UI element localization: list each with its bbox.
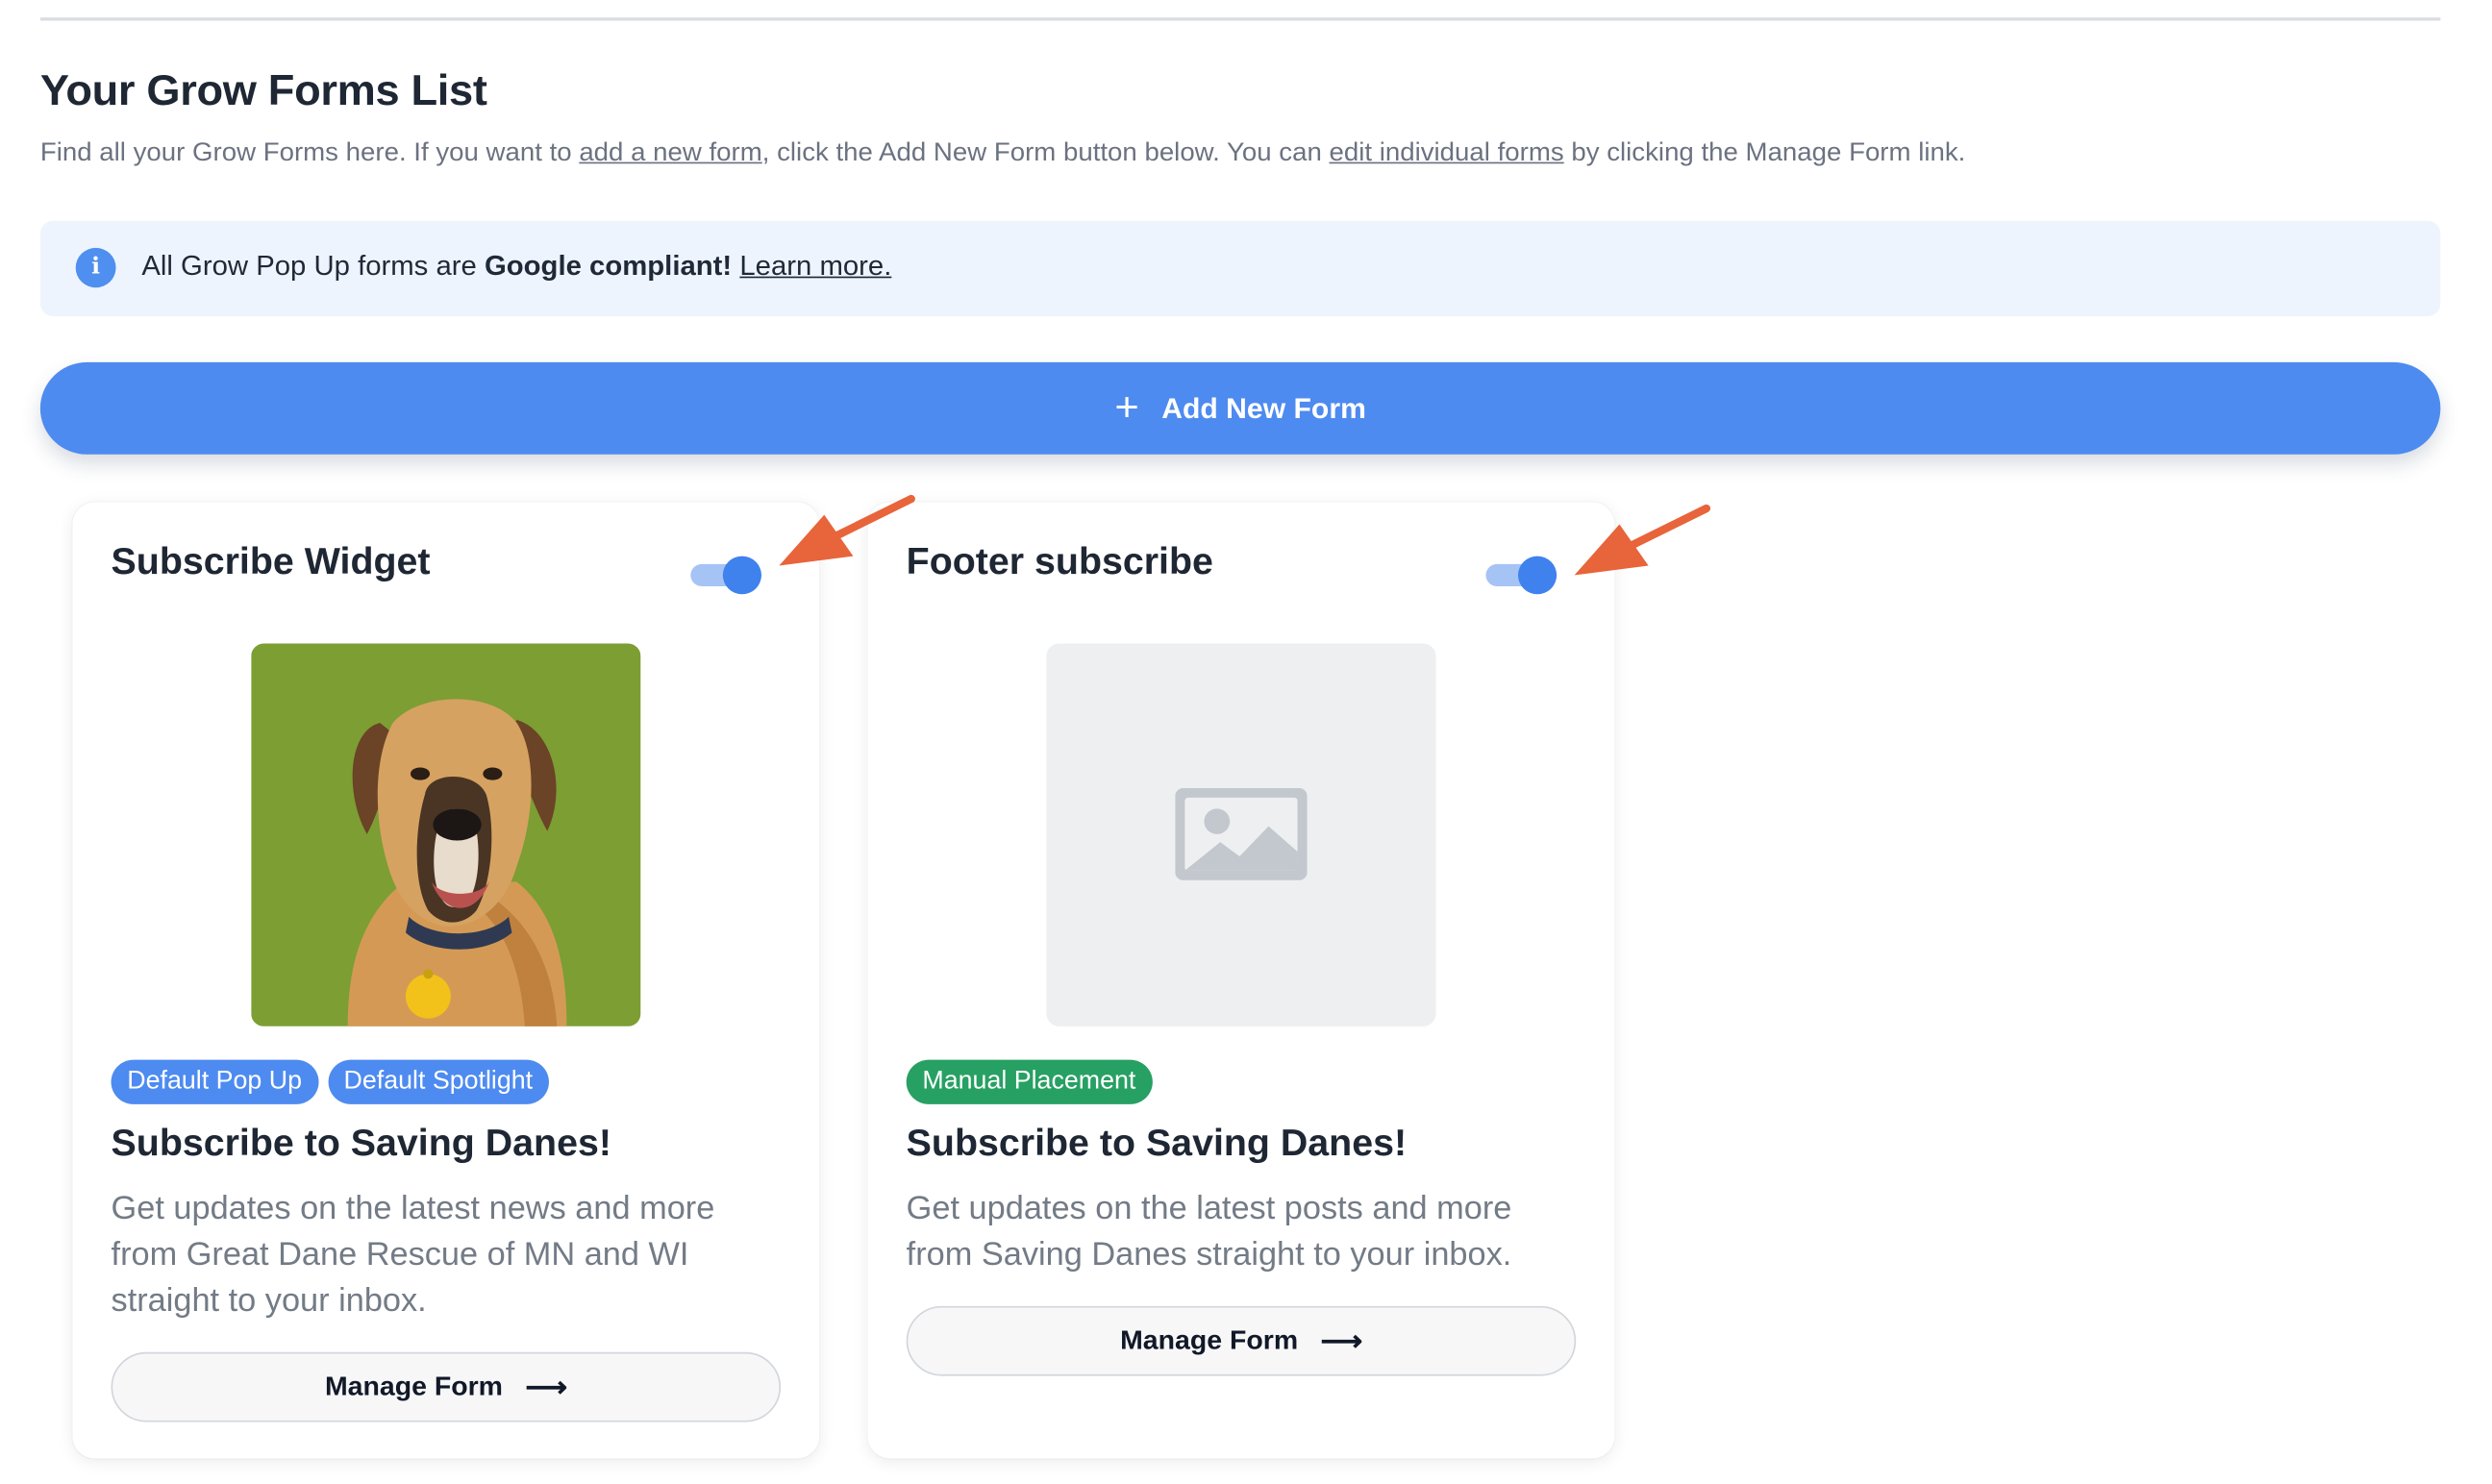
image-placeholder-icon bbox=[1175, 787, 1308, 880]
toggle-knob bbox=[722, 556, 761, 595]
form-name: Footer subscribe bbox=[906, 540, 1213, 582]
form-enabled-toggle[interactable] bbox=[1485, 556, 1559, 595]
form-name: Subscribe Widget bbox=[111, 540, 431, 582]
add-new-form-button[interactable]: + Add New Form bbox=[39, 361, 2441, 455]
plus-icon: + bbox=[1114, 382, 1139, 431]
notice-text-prefix: All Grow Pop Up forms are bbox=[141, 249, 485, 282]
divider bbox=[39, 17, 2441, 21]
edit-forms-link[interactable]: edit individual forms bbox=[1330, 138, 1564, 167]
info-icon: i bbox=[75, 247, 116, 288]
form-heading: Subscribe to Saving Danes! bbox=[111, 1122, 611, 1164]
learn-more-link[interactable]: Learn more. bbox=[739, 250, 891, 282]
notice-text-bold: Google compliant! bbox=[484, 249, 733, 282]
great-dane-photo bbox=[251, 643, 641, 1026]
manage-form-button[interactable]: Manage Form ⟶ bbox=[906, 1305, 1577, 1376]
page-title: Your Grow Forms List bbox=[39, 66, 487, 115]
arrow-right-icon: ⟶ bbox=[1320, 1324, 1362, 1357]
form-description: Get updates on the latest posts and more… bbox=[906, 1190, 1512, 1274]
form-card: Subscribe Widget Default Pop Up Default … bbox=[72, 502, 820, 1459]
form-tags: Default Pop Up Default Spotlight bbox=[111, 1059, 549, 1104]
notice-text: All Grow Pop Up forms are Google complia… bbox=[141, 250, 891, 284]
page-intro: Find all your Grow Forms here. If you wa… bbox=[40, 138, 1965, 168]
tag-default-pop-up: Default Pop Up bbox=[111, 1059, 318, 1104]
great-dane-photo-art bbox=[251, 643, 641, 1026]
arrow-right-icon: ⟶ bbox=[525, 1371, 567, 1403]
add-new-form-label: Add New Form bbox=[1161, 391, 1366, 424]
manage-form-label: Manage Form bbox=[1120, 1324, 1299, 1356]
form-card: Footer subscribe Manual Placement Subscr… bbox=[867, 502, 1615, 1459]
intro-text: Find all your Grow Forms here. If you wa… bbox=[39, 137, 580, 167]
toggle-knob bbox=[1517, 556, 1558, 595]
manage-form-label: Manage Form bbox=[324, 1371, 504, 1402]
form-heading: Subscribe to Saving Danes! bbox=[906, 1122, 1408, 1164]
tag-default-spotlight: Default Spotlight bbox=[327, 1059, 549, 1104]
tag-manual-placement: Manual Placement bbox=[906, 1059, 1153, 1104]
form-description: Get updates on the latest news and more … bbox=[111, 1190, 715, 1320]
manage-form-button[interactable]: Manage Form ⟶ bbox=[111, 1351, 782, 1422]
form-tags: Manual Placement bbox=[906, 1059, 1153, 1104]
google-compliance-notice: i All Grow Pop Up forms are Google compl… bbox=[39, 220, 2441, 316]
intro-text: by clicking the Manage Form link. bbox=[1563, 137, 1966, 167]
intro-text: , click the Add New Form button below. Y… bbox=[761, 137, 1330, 167]
form-enabled-toggle[interactable] bbox=[690, 556, 764, 595]
page: Your Grow Forms List Find all your Grow … bbox=[0, 0, 2492, 1484]
form-thumbnail-placeholder bbox=[1046, 643, 1436, 1026]
add-new-form-link[interactable]: add a new form bbox=[579, 138, 761, 167]
